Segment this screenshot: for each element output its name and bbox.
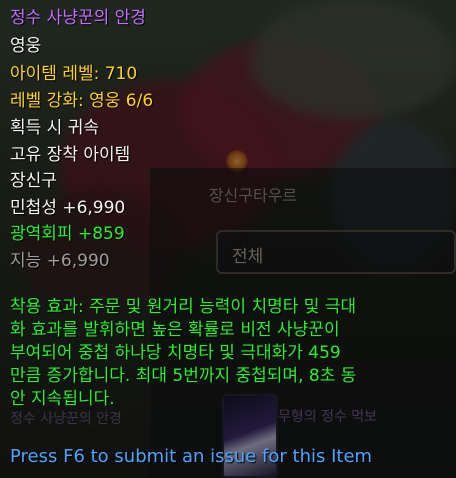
effect-line: 안 지속됩니다. [10, 389, 115, 409]
item-name: 정수 사냥꾼의 안경 [10, 8, 146, 28]
upgrade-level: 레벨 강화: 영웅 6/6 [10, 91, 154, 111]
effect-line: 부여되어 중첩 하나당 치명타 및 극대화가 459 [10, 343, 341, 363]
report-issue-text: Press F6 to submit an issue for this Ite… [10, 446, 373, 467]
stat-agility: 민첩성 +6,990 [10, 198, 126, 218]
effect-line: 화 효과를 발휘하면 높은 확률로 비전 사냥꾼이 [10, 320, 340, 340]
item-tooltip: 정수 사냥꾼의 안경 영웅 아이템 레벨: 710 레벨 강화: 영웅 6/6 … [0, 0, 456, 478]
effect-line: 착용 효과: 주문 및 원거리 능력이 치명타 및 극대 [10, 297, 357, 317]
binding-text: 획득 시 귀속 [10, 118, 100, 138]
stat-avoidance: 광역회피 +859 [10, 224, 125, 244]
unique-text: 고유 장착 아이템 [10, 145, 131, 165]
effect-line: 만큼 증가합니다. 최대 5번까지 중첩되며, 8초 동 [10, 366, 357, 386]
item-slot: 장신구 [10, 171, 57, 191]
equip-effect-text: 착용 효과: 주문 및 원거리 능력이 치명타 및 극대 화 효과를 발휘하면 … [10, 296, 448, 411]
stat-intellect: 지능 +6,990 [10, 251, 110, 271]
item-level: 아이템 레벨: 710 [10, 64, 138, 84]
item-quality: 영웅 [10, 36, 42, 56]
